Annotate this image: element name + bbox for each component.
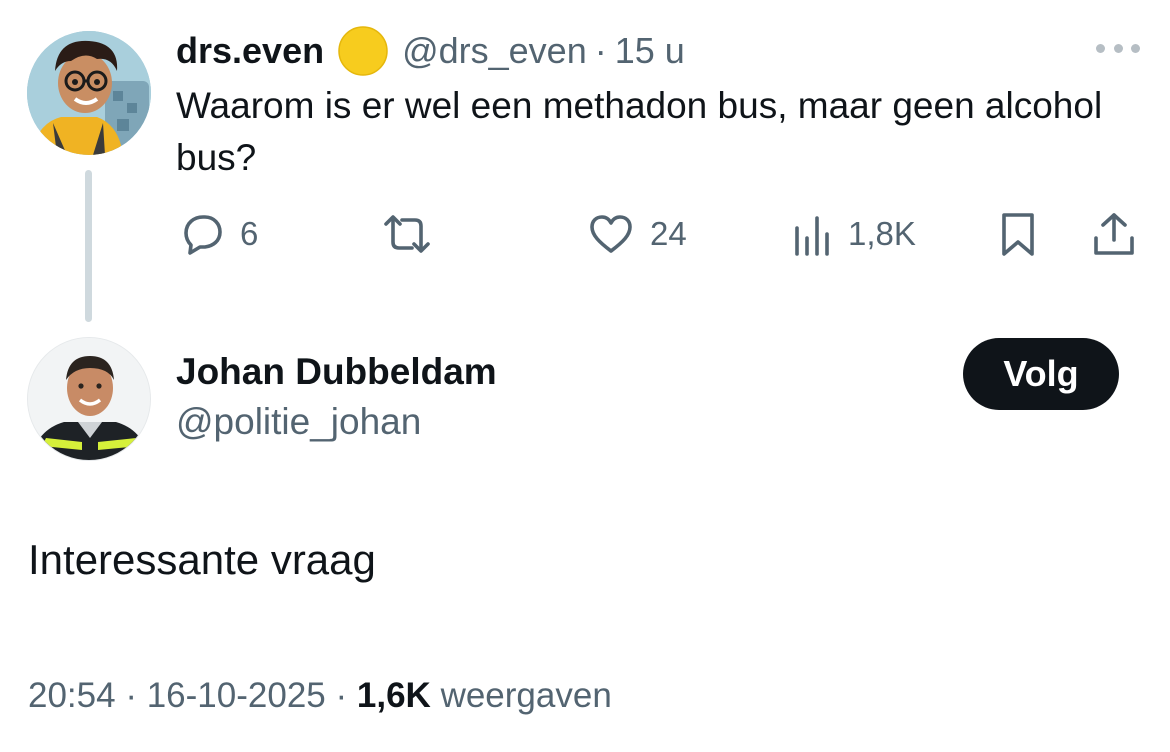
parent-tweet-header: drs.even @drs_even · 15 u bbox=[176, 24, 685, 78]
reply-button[interactable]: 6 bbox=[178, 205, 258, 263]
tweet-time[interactable]: 15 u bbox=[615, 30, 685, 72]
reply-views-label[interactable]: weergaven bbox=[441, 676, 612, 715]
retweet-button[interactable] bbox=[380, 205, 448, 263]
parent-tweet-text: Waarom is er wel een methadon bus, maar … bbox=[176, 85, 1103, 178]
reply-author-handle[interactable]: @politie_johan bbox=[176, 396, 497, 448]
views-chart-icon bbox=[792, 210, 834, 258]
views-count: 1,8K bbox=[848, 215, 916, 252]
heart-icon bbox=[586, 210, 636, 258]
reply-time[interactable]: 20:54 bbox=[28, 676, 116, 715]
yellow-circle-emoji-icon bbox=[338, 26, 388, 76]
profile-photo-avatar[interactable] bbox=[27, 337, 151, 461]
share-button[interactable] bbox=[1090, 205, 1138, 263]
tweet-thread: drs.even @drs_even · 15 u Waarom is er w… bbox=[0, 0, 1170, 752]
like-count: 24 bbox=[650, 215, 687, 252]
more-dots-icon[interactable] bbox=[1096, 36, 1140, 60]
reply-meta-line: 20:54 · 16-10-2025 · 1,6K weergaven bbox=[28, 672, 612, 720]
meta-separator-1: · bbox=[125, 676, 137, 715]
author-name[interactable]: drs.even bbox=[176, 30, 324, 72]
like-button[interactable]: 24 bbox=[586, 205, 687, 263]
follow-button[interactable]: Volg bbox=[963, 338, 1119, 410]
bookmark-icon bbox=[998, 210, 1038, 258]
author-handle[interactable]: @drs_even bbox=[402, 30, 587, 72]
share-icon bbox=[1090, 210, 1138, 258]
retweet-icon bbox=[380, 210, 434, 258]
reply-author-name[interactable]: Johan Dubbeldam bbox=[176, 346, 497, 398]
separator: · bbox=[594, 30, 607, 71]
reply-count: 6 bbox=[240, 215, 259, 252]
bookmark-button[interactable] bbox=[998, 205, 1038, 263]
reply-tweet-text: Interessante vraag bbox=[28, 536, 376, 583]
views-button[interactable]: 1,8K bbox=[792, 205, 916, 263]
meta-separator-2: · bbox=[335, 676, 348, 715]
cartoon-avatar-icon[interactable] bbox=[27, 31, 151, 155]
reply-icon bbox=[178, 210, 226, 258]
reply-views-count[interactable]: 1,6K bbox=[357, 676, 431, 715]
reply-date[interactable]: 16-10-2025 bbox=[147, 676, 326, 715]
tweet-actions-bar: 6 24 1,8K bbox=[0, 205, 1170, 263]
reply-tweet-header: Johan Dubbeldam @politie_johan bbox=[176, 346, 497, 448]
